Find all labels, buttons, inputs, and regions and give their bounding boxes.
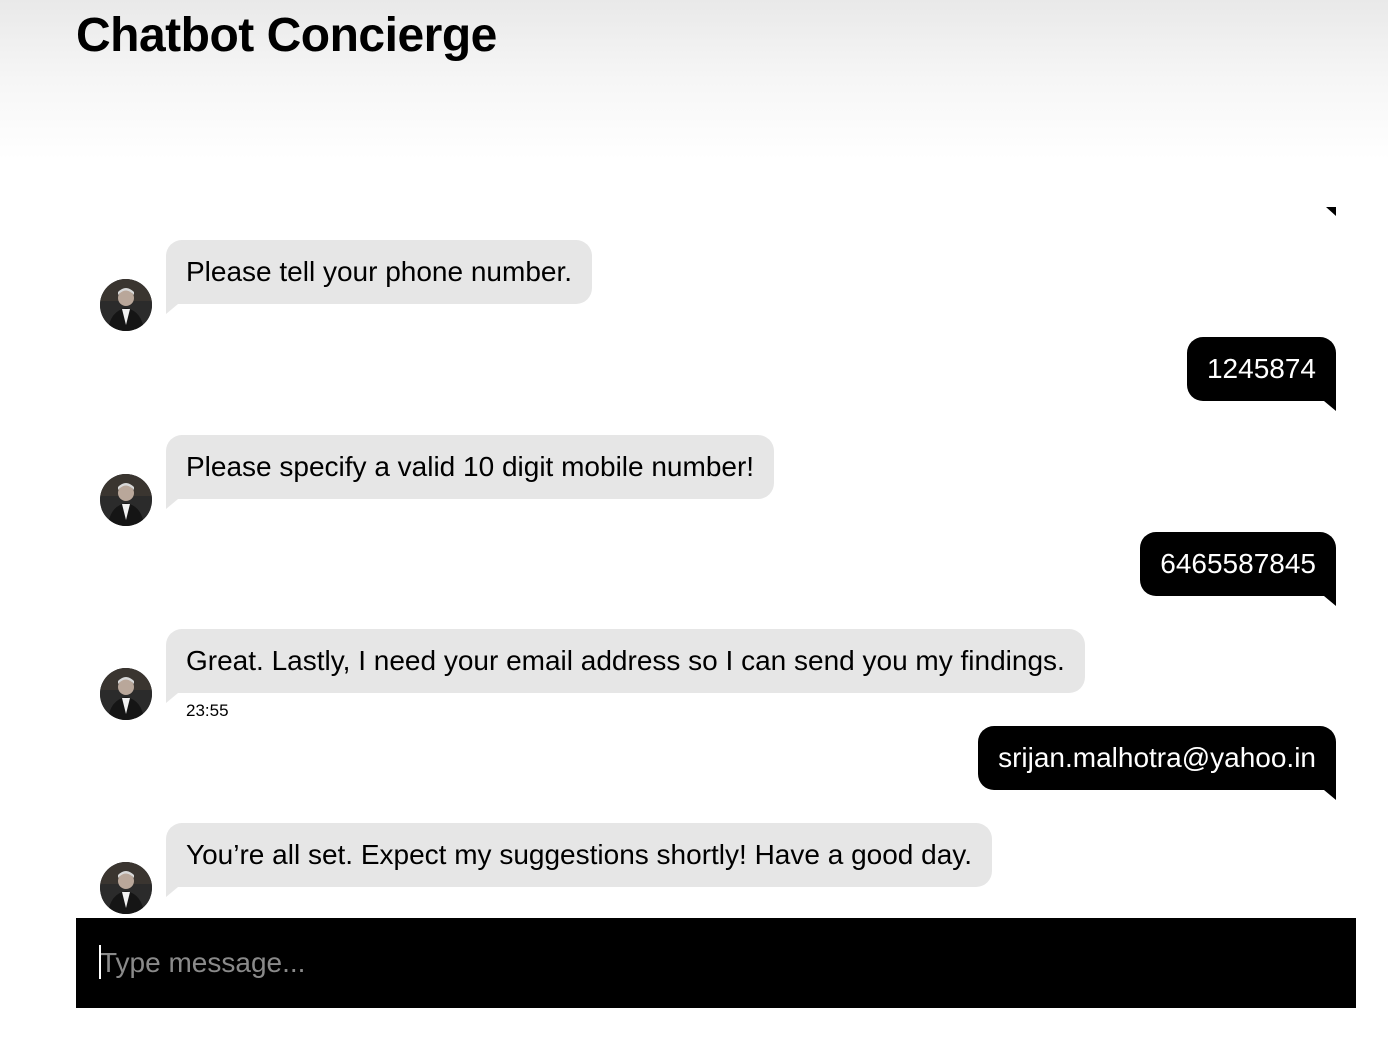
- clipped-message-tail: [1326, 207, 1336, 216]
- chat-page: Chatbot Concierge Please tell your phone…: [0, 0, 1388, 1040]
- user-message-bubble: srijan.malhotra@yahoo.in: [978, 726, 1336, 800]
- bot-message-bubble: Please tell your phone number.: [166, 240, 593, 314]
- message-input[interactable]: [98, 938, 1330, 988]
- message-timestamp: 23:55: [186, 701, 229, 720]
- bot-avatar: [100, 668, 152, 720]
- bot-avatar: [100, 279, 152, 331]
- user-message-bubble: 1245874: [1186, 337, 1337, 411]
- bot-avatar-photo-icon: [100, 474, 152, 526]
- bot-message-bubble: Great. Lastly, I need your email address…: [166, 629, 1085, 703]
- text-caret: [99, 945, 101, 979]
- bot-avatar-photo-icon: [100, 279, 152, 331]
- message-composer: [76, 918, 1356, 1008]
- bot-avatar-photo-icon: [100, 862, 152, 914]
- bot-avatar-photo-icon: [100, 668, 152, 720]
- user-message-bubble: 6465587845: [1140, 532, 1336, 606]
- bot-avatar: [100, 862, 152, 914]
- page-title: Chatbot Concierge: [76, 9, 497, 62]
- bot-avatar: [100, 474, 152, 526]
- bot-message-bubble: Please specify a valid 10 digit mobile n…: [166, 435, 775, 509]
- bot-message-bubble: You’re all set. Expect my suggestions sh…: [166, 823, 992, 897]
- header: Chatbot Concierge: [0, 0, 1388, 200]
